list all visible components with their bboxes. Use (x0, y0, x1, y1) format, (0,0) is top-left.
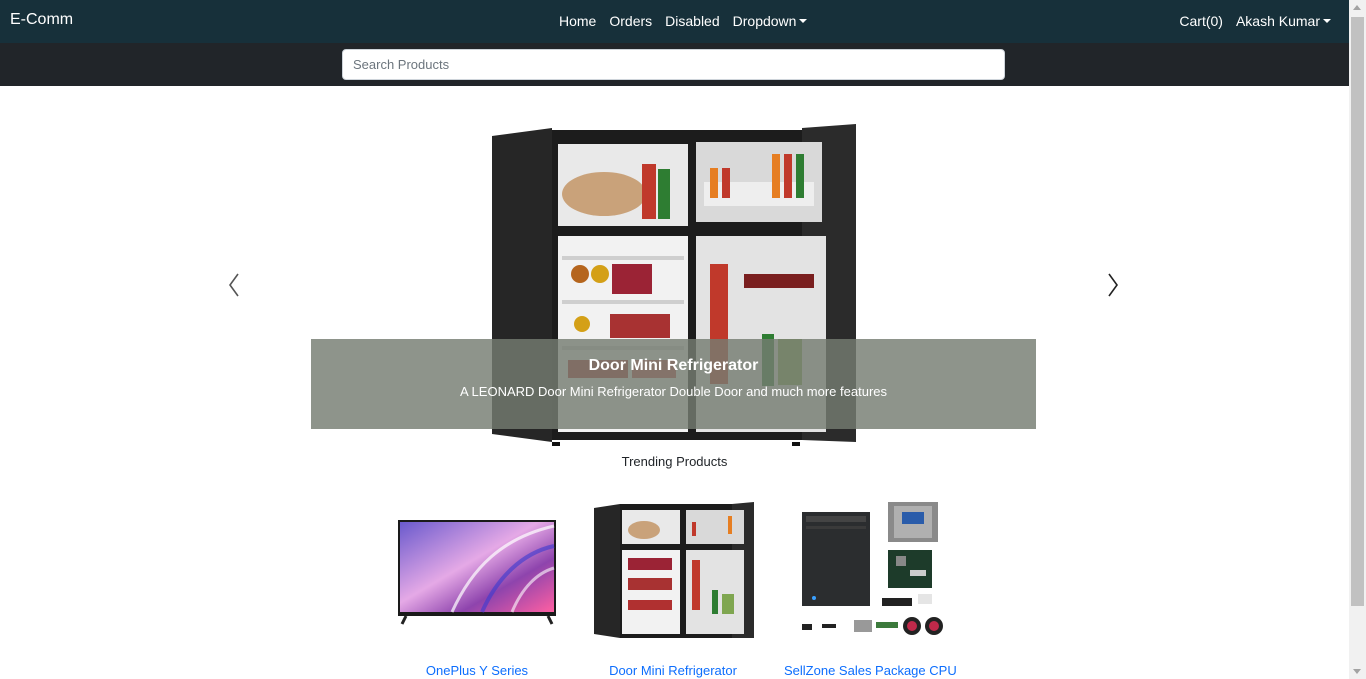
brand-logo[interactable]: E-Comm (10, 11, 73, 29)
tv-icon[interactable] (392, 498, 562, 644)
chevron-down-icon (799, 19, 808, 24)
top-navbar: E-Comm Home Orders Disabled Dropdown Car… (0, 0, 1349, 43)
product-card[interactable]: OnePlus Y Series (392, 498, 562, 679)
product-carousel: Door Mini Refrigerator A LEONARD Door Mi… (218, 86, 1129, 446)
nav-right: Cart(0) Akash Kumar (1166, 13, 1331, 29)
trending-heading: Trending Products (621, 454, 728, 469)
product-link[interactable]: SellZone Sales Package CPU (784, 663, 957, 678)
nav-dropdown-toggle[interactable]: Dropdown (733, 13, 808, 29)
page: E-Comm Home Orders Disabled Dropdown Car… (0, 0, 1366, 679)
carousel-caption-title: Door Mini Refrigerator (588, 357, 759, 374)
page-scrollbar[interactable] (1349, 0, 1366, 679)
nav-links: Home Orders Disabled Dropdown (559, 13, 820, 29)
user-name: Akash Kumar (1235, 13, 1320, 29)
cpu-icon[interactable] (784, 498, 954, 644)
scroll-up-arrow-icon[interactable] (1353, 5, 1361, 10)
search-bar (0, 43, 1349, 86)
scrollbar-thumb[interactable] (1351, 17, 1364, 606)
product-card[interactable]: Door Mini Refrigerator (588, 498, 758, 679)
carousel-caption-text: A LEONARD Door Mini Refrigerator Double … (459, 384, 887, 399)
user-dropdown-toggle[interactable]: Akash Kumar (1236, 13, 1331, 29)
scroll-down-arrow-icon[interactable] (1353, 669, 1361, 674)
search-input[interactable] (342, 49, 1005, 80)
dropdown-label: Dropdown (732, 13, 797, 29)
carousel-next-icon[interactable] (1101, 270, 1125, 300)
carousel-caption: Door Mini Refrigerator A LEONARD Door Mi… (311, 339, 1036, 429)
chevron-down-icon (1323, 19, 1331, 24)
nav-orders-link[interactable]: Orders (609, 13, 652, 29)
product-link[interactable]: Door Mini Refrigerator (588, 663, 758, 678)
product-link[interactable]: OnePlus Y Series (392, 663, 562, 678)
nav-disabled-link[interactable]: Disabled (665, 13, 719, 29)
cart-link[interactable]: Cart(0) (1179, 13, 1223, 29)
fridge-icon[interactable] (588, 498, 758, 644)
nav-home-link[interactable]: Home (559, 13, 596, 29)
product-card[interactable]: SellZone Sales Package CPU (784, 498, 957, 679)
carousel-prev-icon[interactable] (222, 270, 246, 300)
